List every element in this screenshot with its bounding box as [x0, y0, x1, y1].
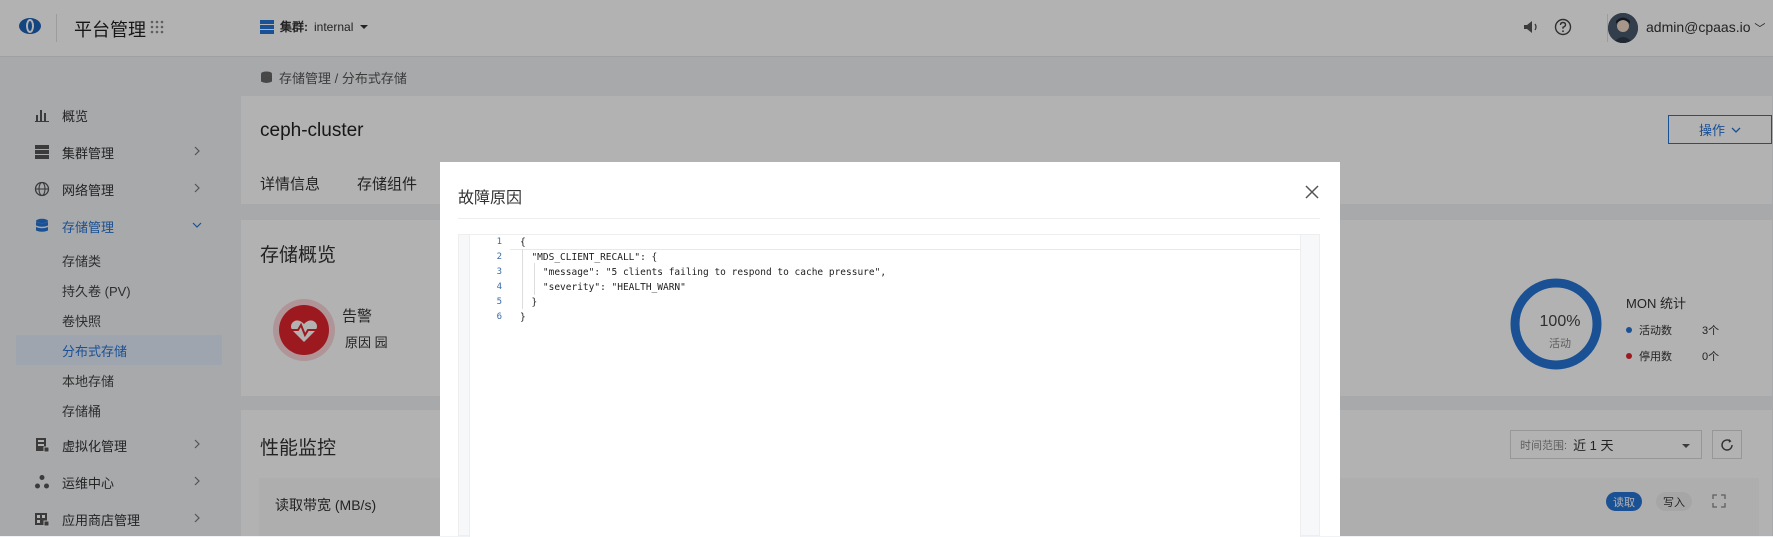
line-number: 3: [496, 267, 502, 277]
line-number: 2: [496, 252, 502, 262]
line-number: 5: [496, 297, 502, 307]
code-line: }: [520, 312, 526, 323]
code-viewer[interactable]: 1 2 3 4 5 6 { "MDS_CLIENT_RECALL": { "me…: [458, 234, 1320, 537]
code-line: "message": "5 clients failing to respond…: [520, 267, 887, 278]
code-line: }: [520, 297, 538, 308]
line-number: 6: [496, 312, 502, 322]
close-icon[interactable]: [1304, 184, 1320, 200]
code-line: "severity": "HEALTH_WARN": [520, 282, 686, 293]
active-line-highlight: [510, 235, 1300, 250]
line-number: 4: [496, 282, 502, 292]
dialog-divider: [458, 218, 1320, 219]
code-line: "MDS_CLIENT_RECALL": {: [520, 252, 658, 263]
code-viewer-body: 1 2 3 4 5 6 { "MDS_CLIENT_RECALL": { "me…: [469, 235, 1301, 537]
code-line: {: [520, 237, 526, 248]
line-number: 1: [496, 237, 502, 247]
dialog-title: 故障原因: [458, 190, 523, 207]
fault-reason-dialog: 故障原因 1 2 3 4 5 6 { "MDS_CLIENT_RECALL": …: [440, 162, 1340, 537]
